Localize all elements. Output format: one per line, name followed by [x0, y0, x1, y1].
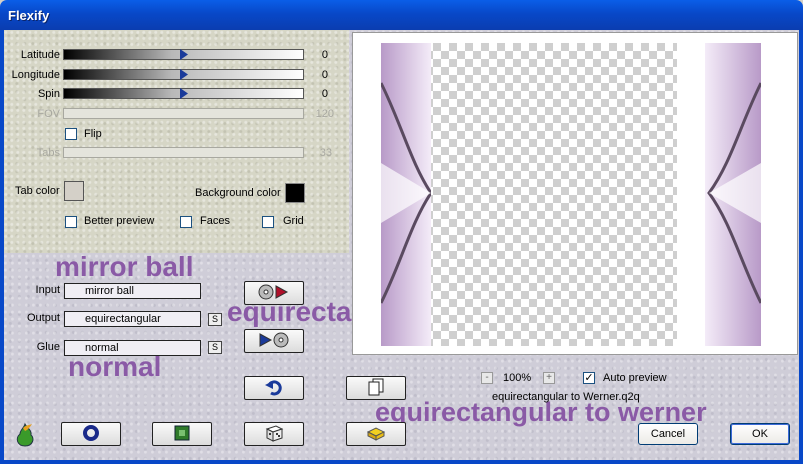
fov-label: FOV — [37, 108, 60, 120]
tab-color-swatch[interactable] — [64, 181, 84, 201]
cancel-button[interactable]: Cancel — [638, 423, 698, 445]
tool-folder-button[interactable] — [346, 422, 406, 446]
faces-label: Faces — [200, 215, 230, 227]
preview-left-strip — [381, 43, 431, 346]
better-preview-checkbox[interactable] — [65, 216, 77, 228]
faces-checkbox[interactable] — [180, 216, 192, 228]
longitude-value: 0 — [321, 69, 328, 81]
grid-checkbox[interactable] — [262, 216, 274, 228]
latitude-slider[interactable] — [63, 49, 304, 60]
swap-output-button[interactable] — [244, 329, 304, 353]
latitude-value: 0 — [321, 49, 328, 61]
spin-thumb[interactable] — [180, 88, 188, 99]
latitude-label: Latitude — [20, 49, 60, 61]
zoom-out-button[interactable]: - — [481, 372, 493, 384]
reset-button[interactable] — [244, 376, 304, 400]
tool-dice-button[interactable] — [244, 422, 304, 446]
undo-icon — [265, 378, 283, 399]
longitude-thumb[interactable] — [180, 69, 188, 80]
input-label: Input — [35, 284, 60, 296]
auto-preview-checkbox[interactable]: ✓ — [583, 372, 595, 384]
preview-panel[interactable] — [352, 32, 798, 355]
spin-slider[interactable] — [63, 88, 304, 99]
better-preview-label: Better preview — [84, 215, 155, 227]
tabs-label: Tabs — [36, 147, 60, 159]
preset-file-name: equirectangular to Werner.q2q — [492, 391, 640, 403]
spin-value: 0 — [321, 88, 328, 100]
tool-ring-button[interactable] — [61, 422, 121, 446]
glue-label: Glue — [36, 341, 60, 353]
spin-label: Spin — [37, 88, 60, 100]
background-color-swatch[interactable] — [285, 183, 305, 203]
fov-value: 120 — [315, 108, 334, 120]
background-color-label: Background color — [195, 187, 281, 199]
preview-right-strip — [705, 43, 761, 346]
grid-label: Grid — [283, 215, 304, 227]
fov-slider — [63, 108, 304, 119]
dice-icon — [264, 424, 284, 445]
flaming-pear-icon — [12, 422, 38, 451]
disc-arrow-icon — [256, 283, 292, 304]
tabs-slider — [63, 147, 304, 158]
latitude-thumb[interactable] — [180, 49, 188, 60]
output-select[interactable]: equirectangular — [64, 311, 201, 327]
tab-color-label: Tab color — [15, 185, 60, 197]
zoom-level: 100% — [503, 372, 532, 384]
input-select[interactable]: mirror ball — [64, 283, 201, 299]
transparent-area — [409, 43, 677, 346]
copy-button[interactable] — [346, 376, 406, 400]
longitude-slider[interactable] — [63, 69, 304, 80]
zoom-in-button[interactable]: + — [543, 372, 555, 384]
window-title: Flexify — [8, 8, 50, 23]
tabs-value: 33 — [319, 147, 332, 159]
dialog-client: Latitude 0 Longitude 0 Spin 0 FOV 120 Fl… — [4, 30, 799, 460]
output-s-button[interactable]: S — [208, 313, 222, 326]
title-bar: Flexify — [0, 0, 803, 30]
folder-icon — [366, 424, 386, 445]
longitude-label: Longitude — [11, 69, 60, 81]
flip-label: Flip — [84, 128, 102, 140]
copy-icon — [368, 378, 384, 399]
ring-icon — [82, 424, 100, 445]
input-overlay-label: mirror ball — [55, 251, 194, 282]
glue-s-button[interactable]: S — [208, 341, 222, 354]
output-label: Output — [26, 312, 60, 324]
glue-select[interactable]: normal — [64, 340, 201, 356]
auto-preview-label: Auto preview — [603, 372, 667, 384]
ok-button[interactable]: OK — [730, 423, 790, 445]
flip-checkbox[interactable] — [65, 128, 77, 140]
swap-input-button[interactable] — [244, 281, 304, 305]
arrow-disc-icon — [256, 331, 292, 352]
square-icon — [173, 424, 191, 445]
tool-square-button[interactable] — [152, 422, 212, 446]
